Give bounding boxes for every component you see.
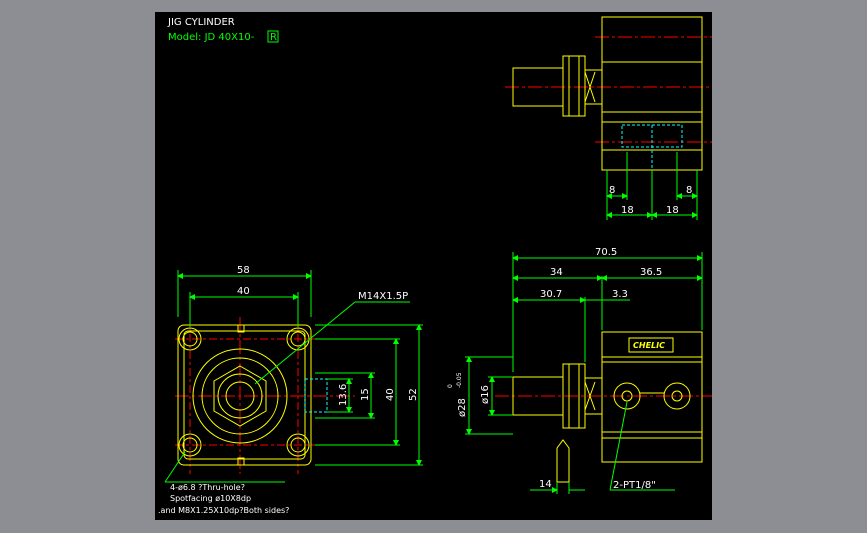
title-block: JIG CYLINDER Model: JD 40X10- R [167, 17, 279, 43]
dim-rod-diameter: ø16 [480, 385, 491, 404]
dim-58: 58 [237, 265, 250, 276]
drawing-title: JIG CYLINDER [167, 17, 235, 28]
dim-70-5: 70.5 [595, 247, 617, 258]
front-view: M14X1.5P 58 40 13.6 15 40 52 4-ø6.8 ?Thr… [158, 265, 423, 515]
dim-14: 14 [539, 479, 552, 490]
dim-15: 15 [360, 388, 371, 401]
tolerance-upper: 0 [447, 384, 454, 388]
dim-30-7: 30.7 [540, 289, 562, 300]
dim-body-diameter: ø28 [457, 398, 468, 417]
hole-note-line2: Spotfacing ø10X8dp [170, 494, 251, 503]
cad-viewport[interactable]: JIG CYLINDER Model: JD 40X10- R 8 8 18 1… [155, 12, 712, 520]
dim-18-left: 18 [621, 205, 634, 216]
top-view-nut [562, 55, 586, 117]
dim-52: 52 [408, 388, 419, 401]
dim-8-right: 8 [686, 185, 692, 196]
dim-36-5: 36.5 [640, 267, 662, 278]
dim-13-6: 13.6 [338, 384, 349, 406]
top-view: 8 8 18 18 [505, 16, 712, 220]
side-view: CHELIC 70.5 34 36.5 30.7 3.3 ø16 ø28 0 -… [447, 247, 712, 494]
dim-40-width: 40 [237, 286, 250, 297]
model-suffix: R [270, 32, 277, 43]
model-label: Model: JD 40X10- [168, 32, 255, 43]
port-callout: 2-PT1/8" [613, 480, 656, 491]
dim-3-3: 3.3 [612, 289, 628, 300]
dim-34: 34 [550, 267, 563, 278]
thread-callout: M14X1.5P [358, 291, 408, 302]
dim-8-left: 8 [609, 185, 615, 196]
brand-logo: CHELIC [633, 341, 665, 350]
hole-note-line1: 4-ø6.8 ?Thru-hole? [170, 483, 245, 492]
hole-note-line3: .and M8X1.25X10dp?Both sides? [158, 506, 289, 515]
wrench-stub [556, 439, 570, 483]
tolerance-lower: -0.05 [456, 372, 463, 388]
dim-18-right: 18 [666, 205, 679, 216]
technical-drawing: JIG CYLINDER Model: JD 40X10- R 8 8 18 1… [158, 16, 712, 515]
dim-40-height: 40 [385, 388, 396, 401]
